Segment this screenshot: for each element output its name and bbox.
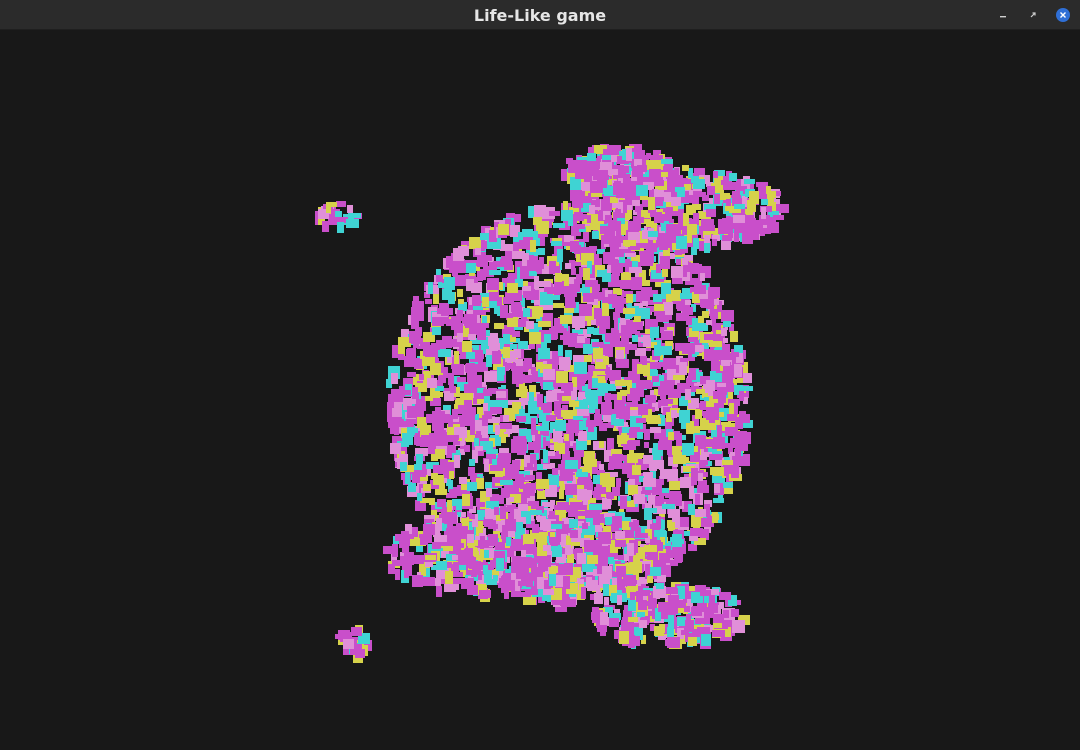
maximize-icon — [1030, 12, 1036, 18]
cell-cloud — [315, 144, 789, 663]
cell-layer — [315, 144, 789, 663]
close-icon — [1056, 8, 1070, 22]
app-window: Life-Like game — [0, 0, 1080, 750]
minimize-icon — [1000, 16, 1006, 18]
game-viewport[interactable] — [0, 30, 1080, 750]
close-button[interactable] — [1055, 7, 1071, 23]
title-bar[interactable]: Life-Like game — [0, 0, 1080, 30]
window-title: Life-Like game — [473, 6, 607, 25]
maximize-button[interactable] — [1025, 7, 1041, 23]
minimize-button[interactable] — [995, 7, 1011, 23]
